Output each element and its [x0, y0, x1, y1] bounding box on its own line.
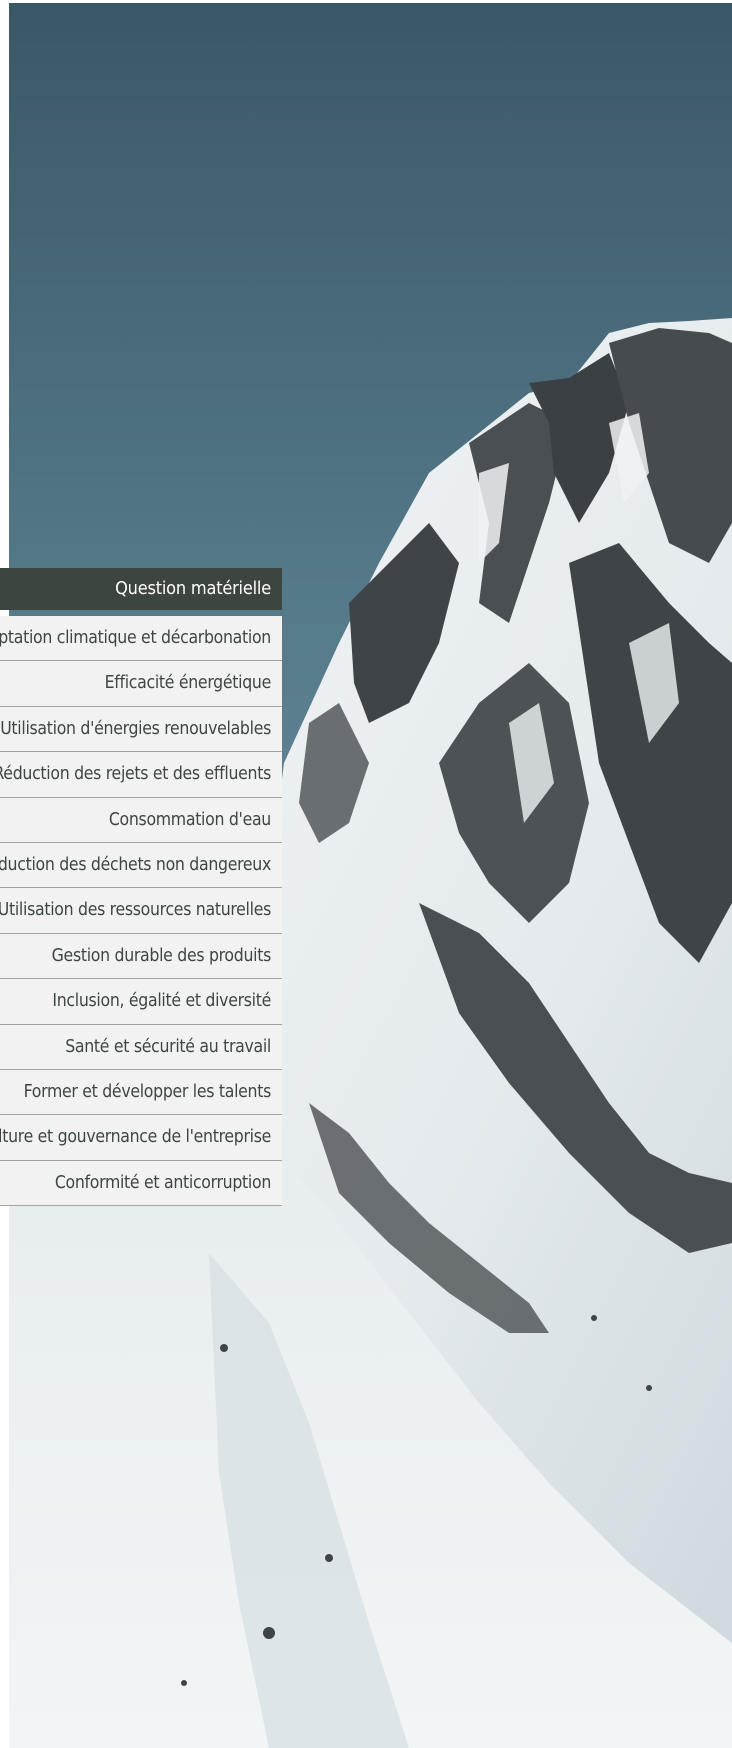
table-row: Gestion durable des produits [0, 933, 282, 980]
row-label: Réduction des rejets et des effluents [0, 764, 271, 785]
table-row: Utilisation des ressources naturelles [0, 888, 282, 934]
table-row: Conformité et anticorruption [0, 1160, 282, 1207]
table-row: Efficacité énergétique [0, 661, 282, 707]
table-row: Réduction des déchets non dangereux [0, 842, 282, 889]
row-label: Gestion durable des produits [51, 945, 272, 966]
row-label: Inclusion, égalité et diversité [52, 991, 271, 1012]
table-row: Réduction des rejets et des effluents [0, 752, 282, 798]
row-label: Former et développer les talents [23, 1081, 272, 1102]
row-label: Réduction des déchets non dangereux [0, 854, 271, 875]
table-row: Culture et gouvernance de l'entreprise [0, 1115, 282, 1161]
document-page: Question matérielle Adaptation climatiqu… [0, 0, 732, 1748]
row-label: Culture et gouvernance de l'entreprise [0, 1127, 271, 1148]
table-row: Inclusion, égalité et diversité [0, 979, 282, 1025]
row-label: Consommation d'eau [108, 809, 271, 830]
table-rows: Adaptation climatique et décarbonation E… [0, 616, 282, 1207]
row-label: Efficacité énergétique [104, 673, 272, 694]
row-label: Utilisation d'énergies renouvelables [0, 718, 271, 739]
material-questions-table: Question matérielle Adaptation climatiqu… [0, 568, 282, 1207]
row-label: Adaptation climatique et décarbonation [0, 628, 271, 648]
table-row: Adaptation climatique et décarbonation [0, 616, 282, 662]
table-row: Consommation d'eau [0, 797, 282, 843]
table-header-label: Question matérielle [115, 578, 271, 599]
table-row: Santé et sécurité au travail [0, 1024, 282, 1070]
table-row: Utilisation d'énergies renouvelables [0, 706, 282, 753]
row-label: Santé et sécurité au travail [65, 1036, 271, 1057]
table-row: Former et développer les talents [0, 1069, 282, 1116]
row-label: Utilisation des ressources naturelles [0, 900, 271, 921]
row-label: Conformité et anticorruption [54, 1172, 271, 1193]
table-header: Question matérielle [0, 568, 282, 610]
